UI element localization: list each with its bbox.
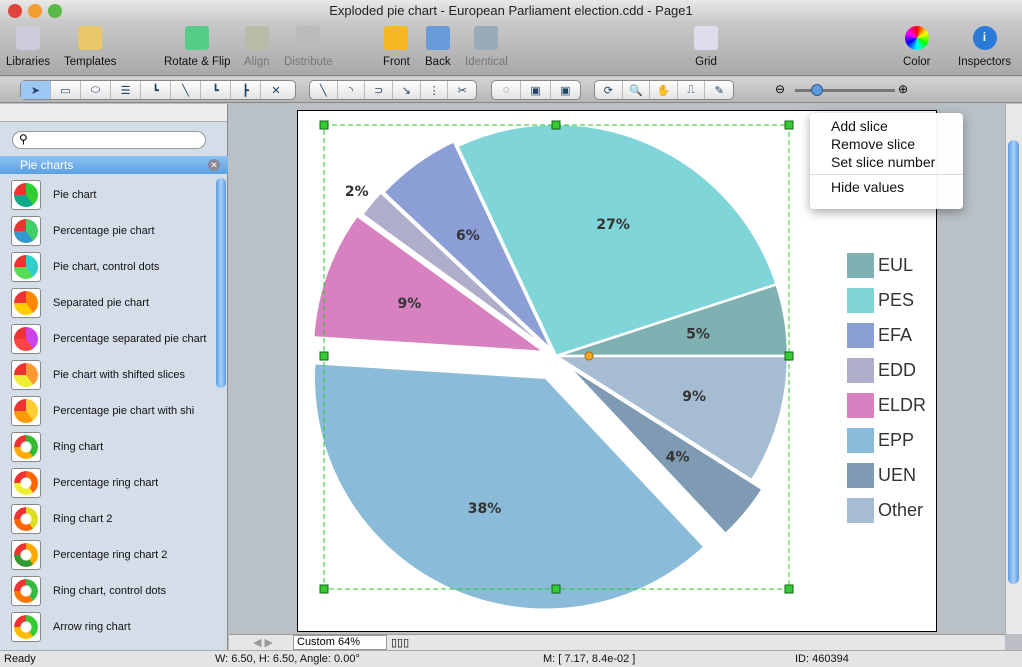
slice-value-label: 4% [666,450,690,466]
legend-swatch [847,323,874,348]
legend-item: EUL [847,253,913,278]
slice-value-label: 5% [686,326,710,342]
page-view-buttons[interactable]: ▯▯▯ [391,636,409,649]
legend-label: PES [878,290,915,310]
status-bar: Ready W: 6.50, H: 6.50, Angle: 0.00° M: … [0,650,1022,667]
resize-handle[interactable] [551,584,561,594]
zoom-value: Custom 64% [297,636,360,648]
legend-swatch [847,288,874,313]
legend-swatch [847,463,874,488]
vertical-scroll-thumb[interactable] [1008,140,1019,584]
menu-remove-slice[interactable]: Remove slice [810,135,963,153]
legend-item: PES [847,288,914,313]
legend-swatch [847,358,874,383]
resize-handle[interactable] [784,120,794,130]
slice-value-label: 27% [596,217,630,233]
resize-handle[interactable] [319,351,329,361]
legend-item: ELDR [847,393,926,418]
slice-value-label: 9% [397,296,421,312]
legend-item: EFA [847,323,912,348]
legend-label: EPP [878,430,915,450]
legend-item: Other [847,498,923,523]
page-prev-icon[interactable]: ◀ ▶ [253,636,273,649]
legend-item: EDD [847,358,916,383]
legend-label: UEN [878,465,917,485]
slice-value-label: 6% [456,228,480,244]
menu-hide-values[interactable]: Hide values [810,178,963,196]
legend-label: EFA [878,325,913,345]
legend-label: EDD [878,360,917,380]
status-mouse: M: [ 7.17, 8.4e-02 ] [543,653,636,665]
resize-handle[interactable] [784,351,794,361]
control-dot[interactable] [584,351,594,361]
legend-item: EPP [847,428,914,453]
horizontal-bar: ◀ ▶ Custom 64% ▯▯▯ [229,634,1005,650]
legend-label: Other [878,500,924,520]
legend-label: EUL [878,255,914,275]
slice-value-label: 9% [682,389,706,405]
resize-handle[interactable] [784,584,794,594]
resize-handle[interactable] [319,120,329,130]
resize-handle[interactable] [551,120,561,130]
menu-add-slice[interactable]: Add slice [810,117,963,135]
status-size: W: 6.50, H: 6.50, Angle: 0.00° [215,653,360,665]
slice-value-label: 2% [345,184,369,200]
legend-swatch [847,253,874,278]
zoom-select[interactable]: Custom 64% [293,635,387,650]
legend-swatch [847,393,874,418]
legend-swatch [847,498,874,523]
legend-swatch [847,428,874,453]
legend-label: ELDR [878,395,927,415]
legend-item: UEN [847,463,916,488]
context-menu: Add slice Remove slice Set slice number … [810,113,963,209]
menu-set-slice-number[interactable]: Set slice number [810,153,963,171]
resize-handle[interactable] [319,584,329,594]
slice-value-label: 38% [468,501,502,517]
status-id: ID: 460394 [795,653,849,665]
status-state: Ready [4,653,36,665]
